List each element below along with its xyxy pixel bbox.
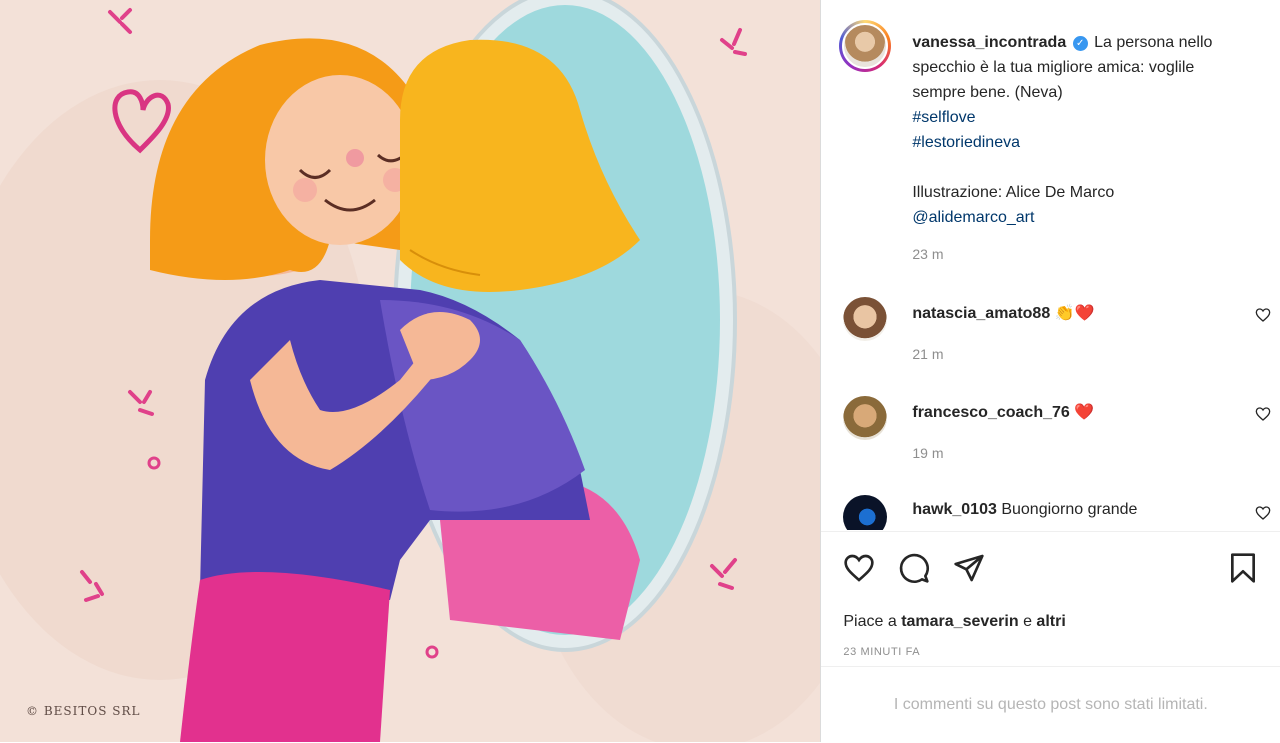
commenter-username[interactable]: francesco_coach_76: [912, 404, 1069, 421]
instagram-post: © BESITOS SRL vanessa_incontrada ✓ La pe…: [0, 0, 1280, 742]
comment-body: ❤️: [1074, 404, 1095, 421]
like-comment-heart-icon[interactable]: [1255, 406, 1271, 422]
heart-icon[interactable]: [843, 552, 875, 584]
comment-time: 19 m: [912, 445, 944, 461]
bookmark-icon[interactable]: [1227, 552, 1259, 584]
commenter-avatar[interactable]: [843, 495, 888, 530]
paper-plane-icon[interactable]: [953, 552, 985, 584]
commenter-avatar[interactable]: [843, 297, 888, 341]
avatar-image: [842, 23, 889, 69]
hashtag-selflove[interactable]: #selflove: [912, 105, 1232, 130]
comment-text: natascia_amato88 👏❤️: [912, 303, 1094, 323]
image-watermark: © BESITOS SRL: [26, 704, 141, 718]
likes-summary[interactable]: Piace a tamara_severin e altri: [843, 613, 1065, 631]
commenter-username[interactable]: hawk_0103: [912, 501, 997, 518]
comment-time: 21 m: [912, 346, 944, 362]
credit-handle-link[interactable]: @alidemarco_art: [912, 205, 1232, 230]
illustration: [0, 0, 821, 742]
likes-prefix: Piace a: [843, 613, 897, 630]
comments-list[interactable]: vanessa_incontrada ✓ La persona nello sp…: [821, 0, 1280, 530]
author-avatar[interactable]: [839, 20, 892, 72]
comments-limited-notice: I commenti su questo post sono stati lim…: [821, 666, 1280, 743]
caption-time: 23 m: [912, 246, 944, 262]
comment-body: 👏❤️: [1054, 305, 1095, 322]
hashtag-lestoriedineva[interactable]: #lestoriedineva: [912, 130, 1232, 155]
commenter-avatar[interactable]: [843, 396, 888, 440]
like-comment-heart-icon[interactable]: [1255, 307, 1271, 323]
post-image[interactable]: © BESITOS SRL: [0, 0, 821, 742]
comment-text: francesco_coach_76 ❤️: [912, 402, 1094, 422]
verified-badge-icon: ✓: [1072, 36, 1088, 51]
comment-text: hawk_0103 Buongiorno grande: [912, 501, 1137, 519]
post-timestamp: 23 MINUTI FA: [843, 646, 921, 658]
post-caption: vanessa_incontrada ✓ La persona nello sp…: [912, 30, 1232, 230]
post-side-panel: vanessa_incontrada ✓ La persona nello sp…: [820, 0, 1280, 742]
likes-username[interactable]: tamara_severin: [901, 613, 1018, 630]
likes-conjunction: e: [1023, 613, 1032, 630]
comment-icon[interactable]: [898, 552, 930, 584]
comment-body: Buongiorno grande: [1001, 501, 1138, 518]
post-actions: Piace a tamara_severin e altri 23 MINUTI…: [821, 531, 1280, 667]
author-username[interactable]: vanessa_incontrada: [912, 34, 1066, 51]
likes-others[interactable]: altri: [1036, 613, 1065, 630]
caption-credit: Illustrazione: Alice De Marco: [912, 184, 1115, 201]
like-comment-heart-icon[interactable]: [1255, 505, 1271, 521]
commenter-username[interactable]: natascia_amato88: [912, 305, 1050, 322]
